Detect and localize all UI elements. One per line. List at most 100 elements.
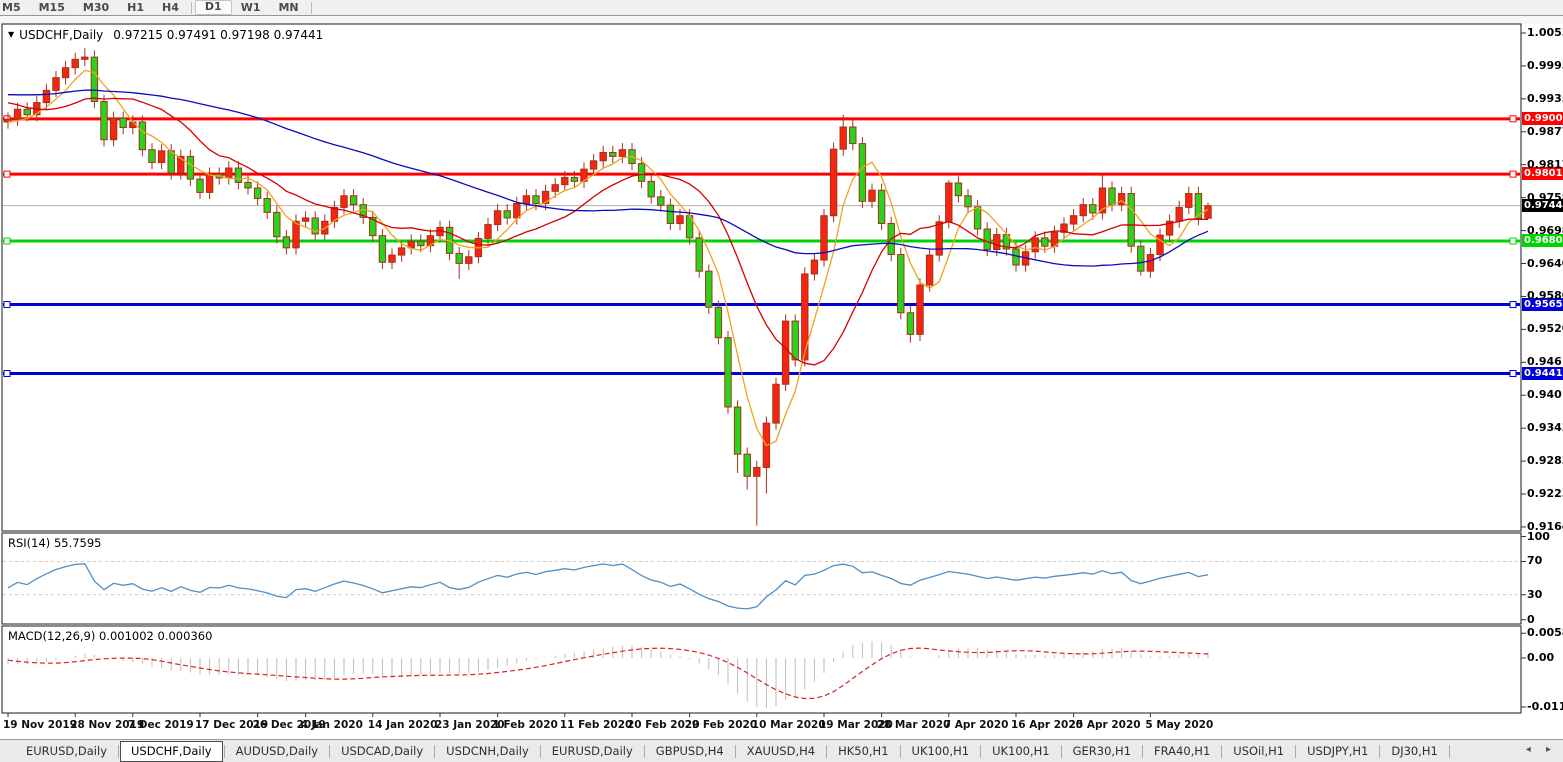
candle-bear — [715, 307, 721, 337]
tab-separator — [1142, 745, 1143, 758]
symbol-tab-AUDUSD-Daily[interactable]: AUDUSD,Daily — [226, 742, 328, 761]
candle-bear — [984, 229, 990, 250]
candle-bull — [946, 183, 952, 222]
candle-bull — [82, 57, 88, 59]
hline-right-marker[interactable] — [1510, 302, 1516, 308]
hline-left-marker[interactable] — [4, 171, 10, 177]
candle-bear — [725, 338, 731, 407]
symbol-tab-EURUSD-Daily[interactable]: EURUSD,Daily — [16, 742, 117, 761]
candle-bear — [792, 321, 798, 360]
symbol-tab-GBPUSD-H4[interactable]: GBPUSD,H4 — [646, 742, 734, 761]
symbol-tab-USOil-H1[interactable]: USOil,H1 — [1223, 742, 1294, 761]
candle-bear — [379, 236, 385, 263]
candle-bear — [149, 150, 155, 163]
candle-bear — [350, 196, 356, 205]
rsi-panel[interactable] — [2, 533, 1521, 624]
candle-bull — [14, 109, 20, 119]
date-axis[interactable] — [0, 713, 1521, 739]
symbol-tab-GER30-H1[interactable]: GER30,H1 — [1063, 742, 1141, 761]
mt4-window: M5M15M30H1H4D1W1MN ▼USDCHF,Daily0.97215 … — [0, 0, 1563, 762]
tab-separator — [434, 745, 435, 758]
candle-bear — [658, 197, 664, 205]
candle-bull — [62, 68, 68, 78]
candle-bear — [418, 241, 424, 245]
candle-bear — [974, 207, 980, 229]
candle-bull — [158, 151, 164, 163]
hline-right-marker[interactable] — [1510, 238, 1516, 244]
tab-separator — [329, 745, 330, 758]
tab-separator — [1449, 745, 1450, 758]
tab-scroll-arrows[interactable]: ◂ ▸ — [1526, 744, 1557, 755]
candle-bear — [706, 271, 712, 307]
symbol-tab-USDJPY-H1[interactable]: USDJPY,H1 — [1297, 742, 1378, 761]
symbol-tab-FRA40-H1[interactable]: FRA40,H1 — [1144, 742, 1220, 761]
candle-bear — [245, 182, 251, 188]
candle-bull — [552, 185, 558, 192]
candle-bull — [917, 285, 923, 334]
candle-bull — [619, 150, 625, 157]
candle-bull — [1080, 205, 1086, 216]
symbol-tab-bar: EURUSD,DailyUSDCHF,DailyAUDUSD,DailyUSDC… — [0, 739, 1563, 762]
candle-bull — [754, 467, 760, 476]
tab-separator — [980, 745, 981, 758]
candle-bull — [226, 168, 232, 178]
candle-bear — [283, 237, 289, 248]
candle-bear — [274, 212, 280, 236]
candle-bull — [1186, 194, 1192, 208]
candle-bull — [110, 118, 116, 140]
candle-bull — [994, 235, 1000, 250]
candle-bear — [197, 179, 203, 192]
chart-canvas[interactable] — [0, 0, 1563, 762]
candle-bear — [456, 253, 462, 263]
candle-bull — [562, 177, 568, 184]
candle-bear — [744, 454, 750, 476]
candle-bear — [955, 183, 961, 196]
candle-bear — [91, 57, 97, 101]
candle-bear — [168, 151, 174, 173]
hline-left-marker[interactable] — [4, 238, 10, 244]
candle-bear — [24, 109, 30, 115]
candle-bear — [1128, 194, 1134, 247]
candle-bear — [610, 152, 616, 156]
candle-bear — [907, 313, 913, 335]
candle-bull — [590, 161, 596, 169]
main-chart-panel[interactable] — [2, 24, 1521, 531]
tab-separator — [224, 745, 225, 758]
hline-right-marker[interactable] — [1510, 371, 1516, 377]
symbol-tab-USDCNH-Daily[interactable]: USDCNH,Daily — [436, 742, 539, 761]
candle-bull — [485, 225, 491, 239]
candle-bull — [322, 221, 328, 234]
candle-bear — [120, 118, 126, 127]
candle-bear — [667, 205, 673, 223]
candle-bear — [264, 199, 270, 213]
symbol-tab-USDCHF-Daily[interactable]: USDCHF,Daily — [120, 741, 223, 762]
candle-bull — [389, 255, 395, 262]
candle-bull — [53, 78, 59, 91]
hline-left-marker[interactable] — [4, 371, 10, 377]
candle-bull — [1176, 207, 1182, 221]
symbol-tab-HK50-H1[interactable]: HK50,H1 — [828, 742, 898, 761]
symbol-tab-UK100-H1[interactable]: UK100,H1 — [902, 742, 980, 761]
hline-left-marker[interactable] — [4, 302, 10, 308]
candle-bear — [1090, 205, 1096, 213]
candle-bull — [600, 152, 606, 160]
hline-right-marker[interactable] — [1510, 116, 1516, 122]
candle-bull — [1070, 216, 1076, 224]
candle-bear — [1109, 188, 1115, 205]
candle-bull — [398, 248, 404, 255]
symbol-tab-USDCAD-Daily[interactable]: USDCAD,Daily — [331, 742, 433, 761]
candle-bear — [648, 181, 654, 197]
candle-bear — [638, 164, 644, 182]
symbol-tab-UK100-H1[interactable]: UK100,H1 — [982, 742, 1060, 761]
macd-panel[interactable] — [2, 626, 1521, 713]
symbol-tab-EURUSD-Daily[interactable]: EURUSD,Daily — [542, 742, 643, 761]
symbol-tab-XAUUSD-H4[interactable]: XAUUSD,H4 — [737, 742, 825, 761]
candle-bull — [341, 196, 347, 208]
candle-bull — [936, 222, 942, 255]
tab-separator — [900, 745, 901, 758]
candle-bear — [878, 190, 884, 223]
candle-bear — [533, 196, 539, 204]
hline-right-marker[interactable] — [1510, 171, 1516, 177]
symbol-tab-DJ30-H1[interactable]: DJ30,H1 — [1381, 742, 1448, 761]
candle-bull — [293, 221, 299, 248]
